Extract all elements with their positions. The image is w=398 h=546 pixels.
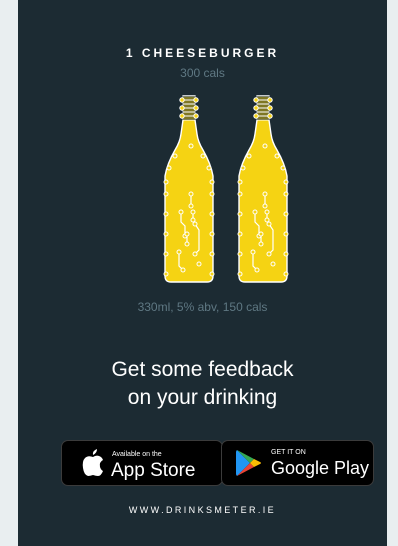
app-store-small-text: Available on the xyxy=(112,451,162,458)
ad-card: 1 CHEESEBURGER 300 cals 330ml, 5% abv, 1… xyxy=(18,0,387,546)
bottle-caption: 330ml, 5% abv, 150 cals xyxy=(137,300,268,314)
ad-headline-calories: 300 cals xyxy=(180,66,225,80)
app-store-label: App Store xyxy=(111,460,196,481)
beer-bottle-right xyxy=(237,95,289,283)
google-play-label: Google Play xyxy=(271,458,370,478)
google-play-small-text: GET IT ON xyxy=(271,449,306,456)
beer-bottles-illustration xyxy=(163,95,289,283)
tagline: Get some feedback on your drinking xyxy=(18,356,387,412)
google-play-icon xyxy=(236,450,261,476)
google-play-button[interactable]: GET IT ON Google Play xyxy=(221,440,374,486)
ad-headline: 1 CHEESEBURGER xyxy=(125,46,280,60)
apple-icon xyxy=(82,449,103,476)
website-link[interactable]: WWW.DRINKSMETER.IE xyxy=(18,505,387,515)
tagline-line-2: on your drinking xyxy=(127,386,278,409)
tagline-line-1: Get some feedback xyxy=(111,358,294,381)
app-store-button[interactable]: Available on the App Store xyxy=(61,440,223,486)
beer-bottle-left xyxy=(163,95,215,283)
